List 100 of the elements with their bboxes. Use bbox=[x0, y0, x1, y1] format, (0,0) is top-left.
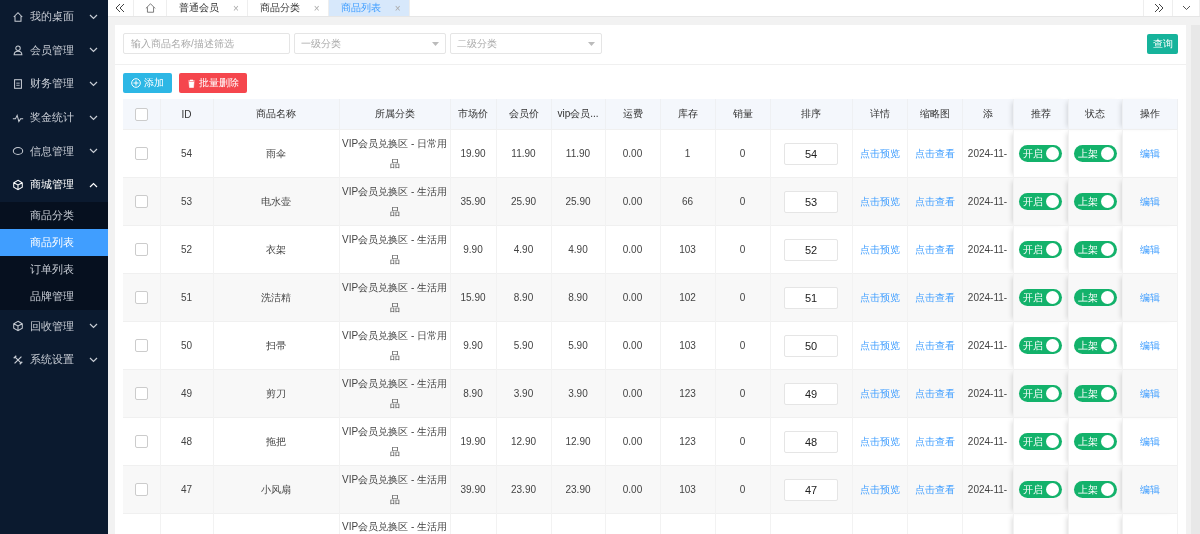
sidebar-item[interactable]: 信息管理 bbox=[0, 134, 108, 168]
sidebar-subitem[interactable]: 品牌管理 bbox=[0, 282, 108, 310]
status-toggle[interactable]: 上架 bbox=[1073, 289, 1117, 307]
recommend-toggle[interactable]: 开启 bbox=[1019, 145, 1062, 163]
view-thumbnail-link[interactable]: 点击查看 bbox=[914, 291, 955, 303]
table-cell: 衣架 bbox=[266, 243, 286, 255]
sort-field[interactable]: 53 bbox=[784, 190, 838, 213]
column-header: 缩略图 bbox=[907, 99, 962, 130]
status-toggle[interactable]: 上架 bbox=[1073, 193, 1117, 211]
row-checkbox[interactable] bbox=[134, 147, 148, 161]
sidebar-item[interactable]: 系统设置 bbox=[0, 343, 108, 377]
preview-link[interactable]: 点击预览 bbox=[859, 483, 900, 495]
sort-field[interactable]: 52 bbox=[784, 238, 838, 261]
preview-link[interactable]: 点击预览 bbox=[859, 147, 900, 159]
preview-link[interactable]: 点击预览 bbox=[859, 339, 900, 351]
row-checkbox[interactable] bbox=[134, 291, 148, 305]
add-button[interactable]: 添加 bbox=[123, 73, 172, 93]
close-icon[interactable]: × bbox=[394, 2, 401, 14]
view-thumbnail-link[interactable]: 点击查看 bbox=[914, 243, 955, 255]
row-checkbox[interactable] bbox=[134, 243, 148, 257]
row-checkbox[interactable] bbox=[134, 435, 148, 449]
batch-delete-button[interactable]: 批量删除 bbox=[179, 73, 247, 93]
cube-icon bbox=[12, 178, 24, 191]
home-icon bbox=[144, 3, 156, 13]
preview-link[interactable]: 点击预览 bbox=[859, 387, 900, 399]
edit-link[interactable]: 编辑 bbox=[1139, 387, 1160, 399]
scroll-right-button[interactable] bbox=[1143, 0, 1173, 16]
edit-link[interactable]: 编辑 bbox=[1139, 243, 1160, 255]
row-checkbox[interactable] bbox=[134, 195, 148, 209]
sidebar-item[interactable]: 回收管理 bbox=[0, 309, 108, 344]
sort-field[interactable]: 48 bbox=[784, 430, 838, 453]
status-toggle[interactable]: 上架 bbox=[1073, 481, 1117, 499]
preview-link[interactable]: 点击预览 bbox=[859, 243, 900, 255]
status-toggle[interactable]: 上架 bbox=[1073, 145, 1117, 163]
recommend-toggle[interactable]: 开启 bbox=[1019, 289, 1062, 307]
view-thumbnail-link[interactable]: 点击查看 bbox=[914, 483, 955, 495]
query-button[interactable]: 查询 bbox=[1147, 33, 1178, 54]
recommend-toggle[interactable]: 开启 bbox=[1019, 433, 1062, 451]
sort-field[interactable]: 50 bbox=[784, 334, 838, 357]
preview-link[interactable]: 点击预览 bbox=[859, 195, 900, 207]
row-checkbox[interactable] bbox=[134, 483, 148, 497]
table-cell: VIP会员兑换区 - 生活用品 bbox=[342, 281, 447, 313]
row-checkbox[interactable] bbox=[134, 387, 148, 401]
preview-link[interactable]: 点击预览 bbox=[859, 435, 900, 447]
table-cell: 雨伞 bbox=[266, 147, 286, 159]
close-icon[interactable]: × bbox=[233, 2, 239, 14]
table-cell: 1 bbox=[684, 147, 691, 159]
table-cell: 51 bbox=[180, 291, 193, 303]
page-tab[interactable]: 商品分类 × bbox=[247, 0, 329, 16]
caret-icon bbox=[432, 41, 439, 46]
page-tab[interactable]: 商品列表 × bbox=[328, 0, 410, 16]
sidebar-item[interactable]: 会员管理 bbox=[0, 33, 108, 68]
edit-link[interactable]: 编辑 bbox=[1139, 147, 1160, 159]
table-cell: 15.90 bbox=[460, 291, 486, 303]
preview-link[interactable]: 点击预览 bbox=[859, 291, 900, 303]
edit-link[interactable]: 编辑 bbox=[1139, 195, 1160, 207]
recommend-toggle[interactable]: 开启 bbox=[1019, 241, 1062, 259]
sort-field[interactable]: 47 bbox=[784, 478, 838, 501]
sort-field[interactable]: 51 bbox=[784, 286, 838, 309]
status-toggle[interactable]: 上架 bbox=[1073, 337, 1117, 355]
column-header: 状态 bbox=[1068, 99, 1122, 130]
sort-field[interactable]: 49 bbox=[784, 382, 838, 405]
recommend-toggle[interactable]: 开启 bbox=[1019, 385, 1062, 403]
edit-link[interactable]: 编辑 bbox=[1139, 435, 1160, 447]
caret-icon bbox=[588, 41, 595, 46]
recommend-toggle[interactable]: 开启 bbox=[1019, 337, 1062, 355]
table-cell: 4.90 bbox=[568, 243, 588, 255]
view-thumbnail-link[interactable]: 点击查看 bbox=[914, 147, 955, 159]
view-thumbnail-link[interactable]: 点击查看 bbox=[914, 435, 955, 447]
status-toggle[interactable]: 上架 bbox=[1073, 433, 1117, 451]
view-thumbnail-link[interactable]: 点击查看 bbox=[914, 195, 955, 207]
sort-field[interactable]: 54 bbox=[784, 142, 838, 165]
recommend-toggle[interactable]: 开启 bbox=[1019, 481, 1062, 499]
column-header: 商品名称 bbox=[213, 99, 339, 130]
sidebar-item[interactable]: 奖金统计 bbox=[0, 100, 108, 135]
sidebar-item[interactable]: 我的桌面 bbox=[0, 0, 108, 34]
table-cell: 12.90 bbox=[511, 435, 536, 447]
view-thumbnail-link[interactable]: 点击查看 bbox=[914, 339, 955, 351]
close-icon[interactable]: × bbox=[313, 2, 320, 14]
search-field[interactable]: 输入商品名称/描述筛选 bbox=[123, 33, 290, 54]
sidebar-subitem[interactable]: 订单列表 bbox=[0, 255, 108, 283]
sidebar-subitem[interactable]: 商品分类 bbox=[0, 201, 108, 229]
edit-link[interactable]: 编辑 bbox=[1139, 291, 1160, 303]
chat-icon bbox=[12, 145, 24, 158]
table-cell: 电水壶 bbox=[261, 195, 291, 207]
edit-link[interactable]: 编辑 bbox=[1139, 483, 1160, 495]
sidebar-item[interactable]: 商城管理 bbox=[0, 167, 108, 202]
select-all-checkbox[interactable] bbox=[134, 107, 148, 121]
row-checkbox[interactable] bbox=[134, 339, 148, 353]
table-cell: 123 bbox=[679, 387, 696, 399]
view-thumbnail-link[interactable]: 点击查看 bbox=[914, 387, 955, 399]
edit-link[interactable]: 编辑 bbox=[1139, 339, 1160, 351]
status-toggle[interactable]: 上架 bbox=[1073, 385, 1117, 403]
status-toggle[interactable]: 上架 bbox=[1073, 241, 1117, 259]
page-tab[interactable]: 普通会员 × bbox=[167, 0, 248, 16]
table-cell: 35.90 bbox=[460, 195, 486, 207]
sidebar-subitem[interactable]: 商品列表 bbox=[0, 228, 108, 256]
sidebar-item[interactable]: 财务管理 bbox=[0, 67, 108, 101]
recommend-toggle[interactable]: 开启 bbox=[1019, 193, 1062, 211]
table-cell: 2024-11- bbox=[967, 435, 1008, 447]
